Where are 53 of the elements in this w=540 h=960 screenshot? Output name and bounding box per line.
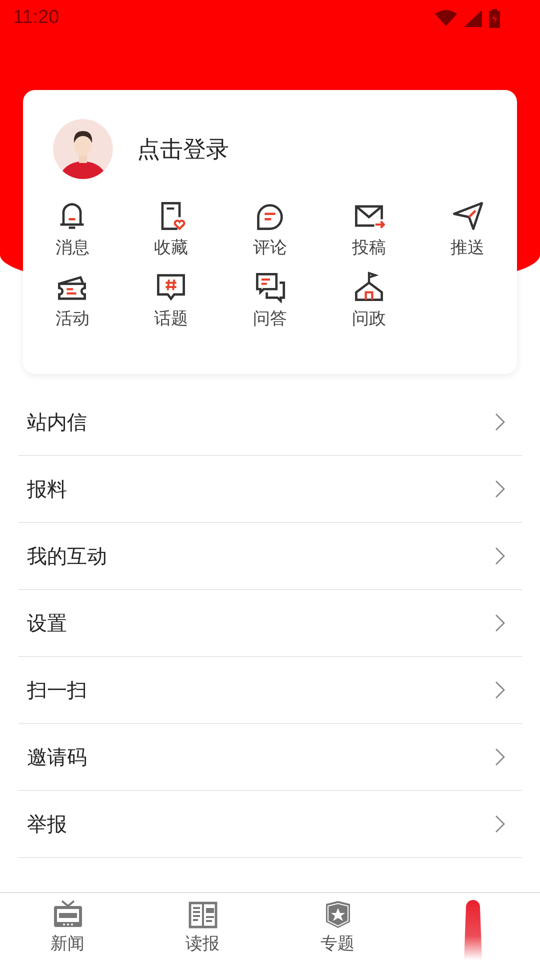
menu-label: 设置 [27, 610, 67, 636]
menu-label: 我的互动 [27, 542, 107, 570]
nav-tab[interactable]: 读报 [135, 893, 270, 960]
shortcut-label: 消息 [55, 237, 90, 259]
shortcut-button[interactable]: 消息 [23, 200, 122, 259]
shortcut-button[interactable]: 问政 [319, 271, 418, 330]
paper-plane-icon [452, 200, 484, 232]
shortcut-label: 问政 [352, 308, 386, 330]
menu-item[interactable]: 扫一扫 [18, 657, 522, 724]
shortcut-label: 活动 [55, 308, 90, 330]
newspaper-icon [188, 900, 218, 930]
menu-label: 报料 [27, 476, 67, 502]
shortcut-label: 话题 [154, 308, 188, 330]
menu-item[interactable]: 报料 [18, 456, 522, 523]
status-time: 11:20 [13, 7, 60, 29]
shortcut-button[interactable]: 投稿 [319, 200, 418, 259]
signal-icon [464, 10, 482, 26]
menu-label: 扫一扫 [27, 676, 87, 704]
shortcut-button[interactable]: 话题 [122, 271, 221, 330]
menu-item[interactable]: 举报 [18, 791, 522, 858]
shortcut-button[interactable]: 问答 [220, 271, 320, 330]
menu-label: 站内信 [27, 408, 87, 436]
flag-building-icon [352, 271, 385, 303]
shortcut-label: 问答 [252, 308, 287, 330]
nav-tab[interactable]: 新闻 [0, 893, 135, 960]
menu-item[interactable]: 我的互动 [18, 523, 522, 590]
tv-icon [52, 900, 82, 930]
chevron-right-icon [495, 614, 505, 632]
shortcut-label: 评论 [252, 237, 287, 259]
wifi-icon [435, 10, 457, 26]
chevron-right-icon [495, 748, 505, 766]
shortcut-button[interactable]: 收藏 [122, 200, 221, 259]
shortcut-label: 投稿 [352, 237, 386, 259]
chat-bubbles-icon [254, 271, 286, 303]
shortcut-label: 收藏 [154, 237, 188, 259]
menu-item[interactable]: 邀请码 [18, 724, 522, 791]
chevron-right-icon [495, 547, 505, 565]
login-link[interactable]: 点击登录 [137, 134, 229, 164]
shortcut-button[interactable]: 活动 [23, 271, 122, 330]
chevron-right-icon [495, 681, 505, 699]
nav-tab[interactable]: 专题 [270, 893, 405, 960]
menu-item[interactable]: 站内信 [18, 389, 522, 456]
chevron-right-icon [495, 480, 505, 498]
menu-label: 举报 [27, 810, 67, 838]
shortcut-label: 推送 [450, 237, 485, 259]
chevron-right-icon [495, 413, 505, 431]
menu-item[interactable]: 设置 [18, 590, 522, 657]
shortcut-button[interactable]: 推送 [418, 200, 517, 259]
hashtag-bubble-icon [155, 271, 188, 303]
avatar[interactable] [53, 119, 113, 179]
chevron-right-icon [495, 815, 505, 833]
shortcut-button[interactable]: 评论 [220, 200, 320, 259]
menu-label: 邀请码 [27, 744, 87, 770]
